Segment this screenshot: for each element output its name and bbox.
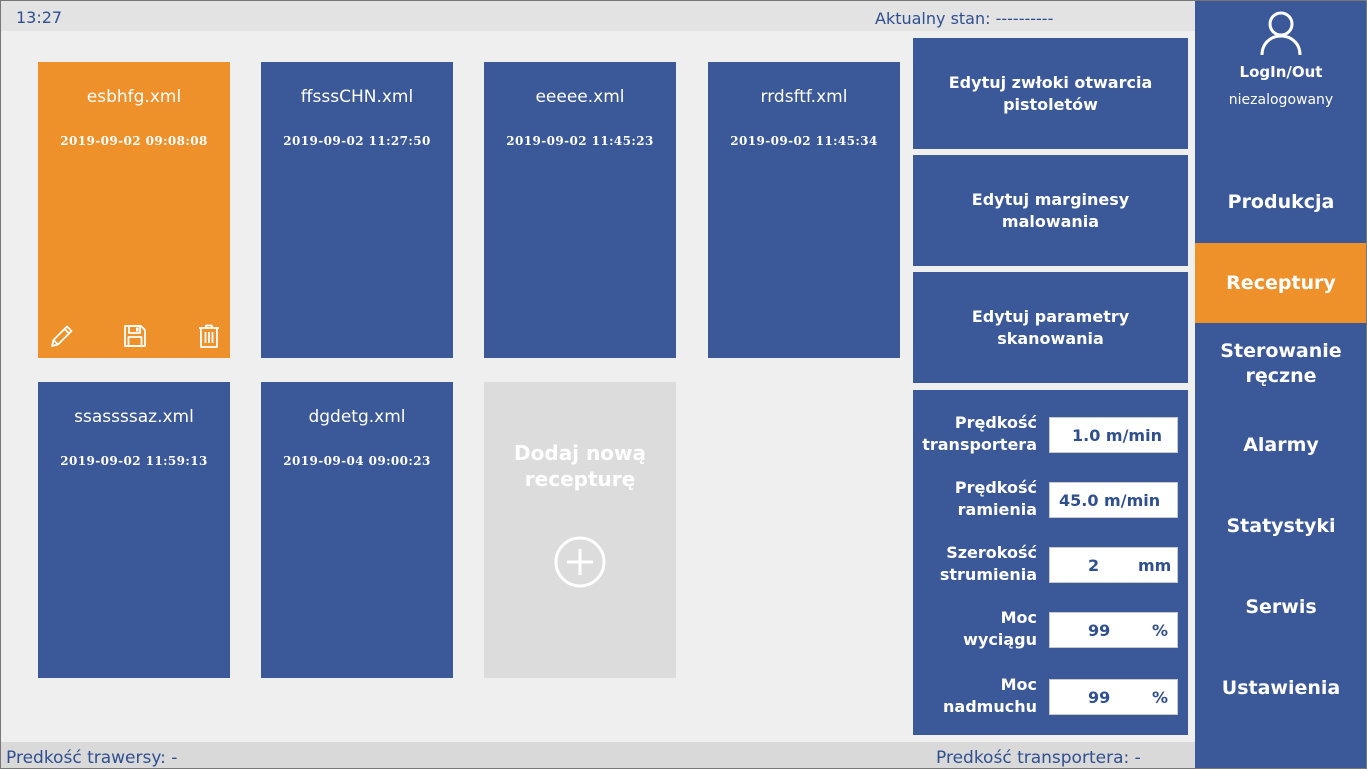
param-conveyor-speed: Prędkość transportera 1.0 m/min xyxy=(913,412,1188,462)
param-stream-width: Szerokość strumienia 2 mm xyxy=(913,542,1188,592)
top-status-bar: 13:27 Aktualny stan: ---------- xyxy=(0,0,1195,31)
clock: 13:27 xyxy=(16,8,63,27)
recipe-filename: esbhfg.xml xyxy=(86,87,182,107)
edit-scan-params-button[interactable]: Edytuj parametry skanowania xyxy=(913,272,1188,383)
recipe-actions xyxy=(38,322,230,350)
recipe-filename: eeeee.xml xyxy=(535,87,625,107)
param-arm-speed: Prędkość ramienia 45.0 m/min xyxy=(913,477,1188,527)
bottom-status-bar: Predkość trawersy: - Predkość transporte… xyxy=(0,742,1195,769)
user-icon[interactable] xyxy=(1195,10,1367,60)
recipe-filename: rrdsftf.xml xyxy=(760,87,848,107)
login-status: niezalogowany xyxy=(1228,92,1334,108)
recipe-filename: ssassssaz.xml xyxy=(74,407,194,427)
param-label: Moc nadmuchu xyxy=(943,675,1037,716)
param-blow-power: Moc nadmuchu 99 % xyxy=(913,674,1188,724)
edit-paint-margins-button[interactable]: Edytuj marginesy malowania xyxy=(913,155,1188,266)
param-arm-speed-field[interactable]: 45.0 m/min xyxy=(1049,482,1178,518)
nav-receptury[interactable]: Receptury xyxy=(1195,243,1367,323)
recipe-date: 2019-09-04 09:00:23 xyxy=(283,454,431,468)
recipe-filename: dgdetg.xml xyxy=(308,407,406,427)
recipe-filename: ffsssCHN.xml xyxy=(300,87,414,107)
recipe-card-4[interactable]: rrdsftf.xml 2019-09-02 11:45:34 xyxy=(708,62,900,358)
recipe-card-2[interactable]: ffsssCHN.xml 2019-09-02 11:27:50 xyxy=(261,62,453,358)
traverse-speed-status: Predkość trawersy: - xyxy=(6,748,178,768)
nav-produkcja[interactable]: Produkcja xyxy=(1195,162,1367,242)
sidebar: LogIn/Out niezalogowany Produkcja Recept… xyxy=(1195,0,1367,769)
param-label: Szerokość strumienia xyxy=(939,543,1037,584)
parameters-panel: Prędkość transportera 1.0 m/min Prędkość r… xyxy=(913,390,1188,735)
nav-statystyki[interactable]: Statystyki xyxy=(1195,486,1367,566)
add-recipe-button[interactable]: Dodaj nową recepturę xyxy=(484,382,676,678)
trash-icon[interactable] xyxy=(195,322,223,350)
param-label: Prędkość transportera xyxy=(922,413,1037,454)
nav-ustawienia[interactable]: Ustawienia xyxy=(1195,648,1367,728)
current-state-label: Aktualny stan: ---------- xyxy=(875,9,1054,28)
nav-alarmy[interactable]: Alarmy xyxy=(1195,405,1367,485)
recipe-date: 2019-09-02 11:45:23 xyxy=(506,134,654,148)
add-recipe-label: Dodaj nową recepturę xyxy=(514,441,646,491)
conveyor-speed-status: Predkość transportera: - xyxy=(936,748,1141,768)
param-label: Prędkość ramienia xyxy=(954,478,1037,519)
edit-gun-delays-button[interactable]: Edytuj zwłoki otwarcia pistoletów xyxy=(913,38,1188,149)
recipe-date: 2019-09-02 11:27:50 xyxy=(283,134,431,148)
param-blow-power-field[interactable]: 99 % xyxy=(1049,679,1178,715)
param-stream-width-field[interactable]: 2 mm xyxy=(1049,547,1178,583)
param-conveyor-speed-field[interactable]: 1.0 m/min xyxy=(1049,417,1178,453)
nav-serwis[interactable]: Serwis xyxy=(1195,567,1367,647)
param-extraction-power: Moc wyciągu 99 % xyxy=(913,607,1188,657)
param-label: Moc wyciągu xyxy=(963,608,1037,649)
recipe-date: 2019-09-02 11:45:34 xyxy=(730,134,878,148)
pencil-icon[interactable] xyxy=(48,322,76,350)
recipe-card-3[interactable]: eeeee.xml 2019-09-02 11:45:23 xyxy=(484,62,676,358)
recipe-card-6[interactable]: dgdetg.xml 2019-09-04 09:00:23 xyxy=(261,382,453,678)
recipe-card-1[interactable]: esbhfg.xml 2019-09-02 09:08:08 xyxy=(38,62,230,358)
recipe-date: 2019-09-02 09:08:08 xyxy=(60,134,208,148)
recipe-card-5[interactable]: ssassssaz.xml 2019-09-02 11:59:13 xyxy=(38,382,230,678)
param-extraction-power-field[interactable]: 99 % xyxy=(1049,612,1178,648)
login-button[interactable]: LogIn/Out xyxy=(1195,63,1367,81)
nav-sterowanie-reczne[interactable]: Sterowanie ręczne xyxy=(1195,324,1367,404)
floppy-disk-icon[interactable] xyxy=(121,322,149,350)
plus-circle-icon xyxy=(554,536,606,588)
recipe-date: 2019-09-02 11:59:13 xyxy=(60,454,208,468)
